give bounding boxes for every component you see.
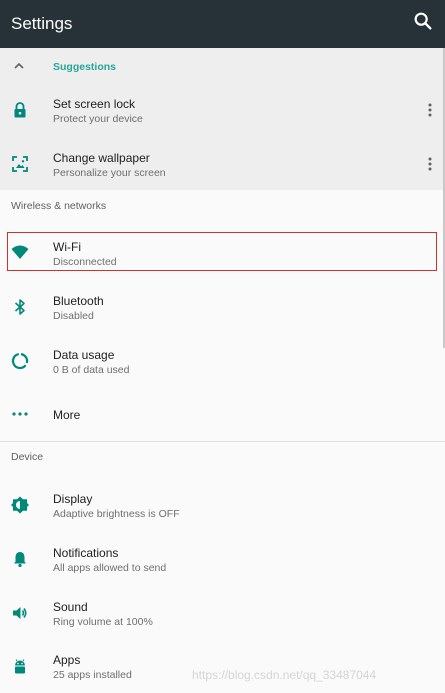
settings-item-notifications[interactable]: Notifications All apps allowed to send [0,538,445,586]
android-icon [15,659,25,674]
bell-icon [14,552,26,568]
item-subtitle: All apps allowed to send [53,562,167,574]
app-bar: Settings [0,0,445,48]
selection-highlight [7,232,437,271]
overflow-menu-icon[interactable] [425,102,435,118]
item-subtitle: 0 B of data used [53,364,130,376]
suggestion-title: Set screen lock [53,97,136,111]
suggestion-subtitle: Personalize your screen [53,167,166,179]
settings-item-bluetooth[interactable]: Bluetooth Disabled [0,286,445,334]
page-title: Settings [11,14,73,33]
volume-icon [13,607,27,619]
suggestion-title: Change wallpaper [53,151,150,165]
chevron-up-icon[interactable] [12,60,26,72]
settings-item-more[interactable]: More [0,396,445,436]
suggestion-item-screen-lock[interactable]: Set screen lock Protect your device [0,90,445,138]
suggestions-label: Suggestions [53,61,117,73]
settings-item-sound[interactable]: Sound Ring volume at 100% [0,592,445,640]
item-title: Apps [53,653,81,667]
settings-item-display[interactable]: Display Adaptive brightness is OFF [0,484,445,532]
overflow-menu-icon[interactable] [425,156,435,172]
item-subtitle: Adaptive brightness is OFF [53,508,180,520]
item-subtitle: Ring volume at 100% [53,616,153,628]
item-title: Display [53,492,93,506]
suggestion-subtitle: Protect your device [53,113,143,125]
section-header-device: Device [11,451,44,463]
watermark: https://blog.csdn.net/qq_33487044 [192,668,377,682]
section-header-wireless: Wireless & networks [11,200,107,212]
item-title: Bluetooth [53,294,104,308]
more-horiz-icon [12,412,28,416]
section-divider [0,441,445,442]
brightness-icon [11,496,29,514]
item-title: Notifications [53,546,119,560]
item-subtitle: Disabled [53,310,94,322]
item-title: Sound [53,600,88,614]
settings-item-data-usage[interactable]: Data usage 0 B of data used [0,340,445,388]
item-title: More [53,408,81,422]
lock-icon [14,102,26,118]
item-title: Data usage [53,348,115,362]
suggestion-item-wallpaper[interactable]: Change wallpaper Personalize your screen [0,144,445,192]
bluetooth-icon [14,299,25,315]
item-subtitle: 25 apps installed [53,669,132,681]
wallpaper-icon [12,156,28,172]
data-usage-icon [11,353,29,370]
search-icon[interactable] [412,10,434,32]
